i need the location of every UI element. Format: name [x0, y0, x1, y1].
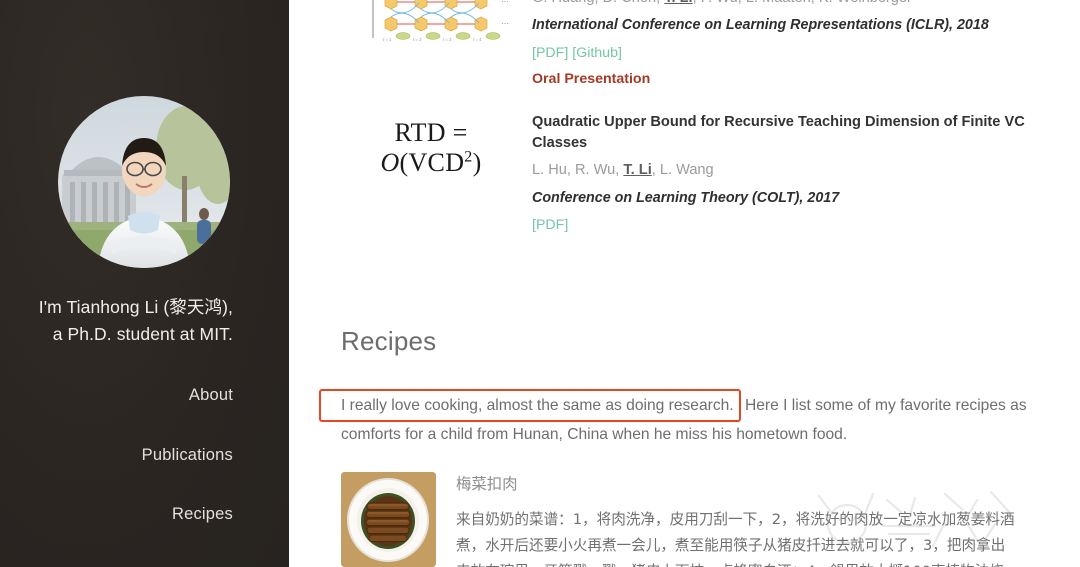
- publication-venue: International Conference on Learning Rep…: [532, 17, 989, 34]
- svg-text:···: ···: [501, 0, 509, 6]
- recipe-description: 来自奶奶的菜谱：1，将肉洗净，皮用刀刮一下，2，将洗好的肉放一定凉水加葱姜料酒煮…: [456, 511, 1015, 567]
- authors-suffix: , L. Wang: [651, 162, 714, 179]
- recipe-details: 梅菜扣肉 来自奶奶的菜谱：1，将肉洗净，皮用刀刮一下，2，将洗好的肉放一定凉水加…: [436, 472, 1080, 567]
- svg-text:ℓ = 2: ℓ = 2: [413, 37, 422, 42]
- sidebar-item-about[interactable]: About: [33, 378, 233, 413]
- svg-text:ℓ = 4: ℓ = 4: [473, 37, 482, 42]
- sidebar-nav: About Publications Recipes Contact: [33, 378, 233, 567]
- main-content: ··· ··· ℓ = 1 ℓ = 2 ℓ = 3 ℓ = 4 G. Huang, …: [289, 0, 1080, 567]
- intro-text: I'm Tianhong Li (黎天鸿), a Ph.D. student a…: [3, 294, 233, 347]
- sidebar-item-recipes[interactable]: Recipes: [33, 497, 233, 532]
- authors-self: T. Li: [623, 162, 652, 179]
- publication-authors: L. Hu, R. Wu, T. Li, L. Wang: [532, 160, 1080, 181]
- intro-line-1: I'm Tianhong Li (黎天鸿),: [38, 297, 233, 317]
- authors-self: T. Li: [664, 0, 692, 6]
- highlighted-sentence: I really love cooking, almost the same a…: [319, 388, 741, 423]
- github-link[interactable]: [Github]: [572, 45, 622, 61]
- publication-note: Oral Presentation: [532, 71, 651, 88]
- avatar: [58, 96, 230, 268]
- authors-prefix: G. Huang, D. Chen,: [532, 0, 664, 6]
- svg-text:ℓ = 1: ℓ = 1: [383, 37, 392, 42]
- publication-details: G. Huang, D. Chen, T. Li, F. Wu, L. Maat…: [521, 0, 1080, 90]
- intro-line-2: a Ph.D. student at MIT.: [52, 323, 233, 344]
- publication-thumbnail-densenet: ··· ··· ℓ = 1 ℓ = 2 ℓ = 3 ℓ = 4: [341, 0, 521, 47]
- profile-photo-image: [58, 96, 230, 268]
- authors-prefix: L. Hu, R. Wu,: [532, 162, 624, 179]
- publication-links: [PDF]: [532, 215, 1080, 236]
- publication-entry: ··· ··· ℓ = 1 ℓ = 2 ℓ = 3 ℓ = 4 G. Huang, …: [341, 0, 1080, 90]
- section-heading-recipes: Recipes: [341, 325, 437, 356]
- sidebar-item-contact[interactable]: Contact: [33, 557, 233, 567]
- publication-title: Quadratic Upper Bound for Recursive Teac…: [532, 114, 1025, 152]
- svg-text:ℓ = 3: ℓ = 3: [443, 37, 452, 42]
- braised-pork-belly-photo-icon: [341, 472, 436, 567]
- sidebar-item-publications[interactable]: Publications: [33, 438, 233, 473]
- recipe-item: 梅菜扣肉 来自奶奶的菜谱：1，将肉洗净，皮用刀刮一下，2，将洗好的肉放一定凉水加…: [341, 472, 1080, 567]
- densenet-diagram-icon: ··· ··· ℓ = 1 ℓ = 2 ℓ = 3 ℓ = 4: [372, 0, 509, 42]
- recipe-name: 梅菜扣肉: [456, 475, 518, 494]
- recipe-thumbnail: [341, 472, 436, 567]
- formula-text: RTD = O(VCD2): [380, 118, 482, 178]
- publication-details: Quadratic Upper Bound for Recursive Teac…: [521, 112, 1080, 242]
- publication-thumbnail-formula: RTD = O(VCD2): [341, 112, 521, 178]
- authors-suffix: , F. Wu, L. Maaten, K. Weinberger: [693, 0, 912, 6]
- sidebar: I'm Tianhong Li (黎天鸿), a Ph.D. student a…: [0, 0, 289, 567]
- publication-entry: RTD = O(VCD2) Quadratic Upper Bound for …: [341, 112, 1080, 242]
- publication-links: [PDF] [Github]: [532, 43, 1080, 64]
- pdf-link[interactable]: [PDF]: [532, 217, 568, 233]
- page-root: I'm Tianhong Li (黎天鸿), a Ph.D. student a…: [0, 0, 1080, 567]
- recipes-intro-paragraph: I really love cooking, almost the same a…: [319, 388, 1031, 448]
- publication-venue: Conference on Learning Theory (COLT), 20…: [532, 189, 840, 206]
- svg-text:···: ···: [501, 19, 509, 28]
- publication-authors: G. Huang, D. Chen, T. Li, F. Wu, L. Maat…: [532, 0, 1080, 9]
- pdf-link[interactable]: [PDF]: [532, 45, 568, 61]
